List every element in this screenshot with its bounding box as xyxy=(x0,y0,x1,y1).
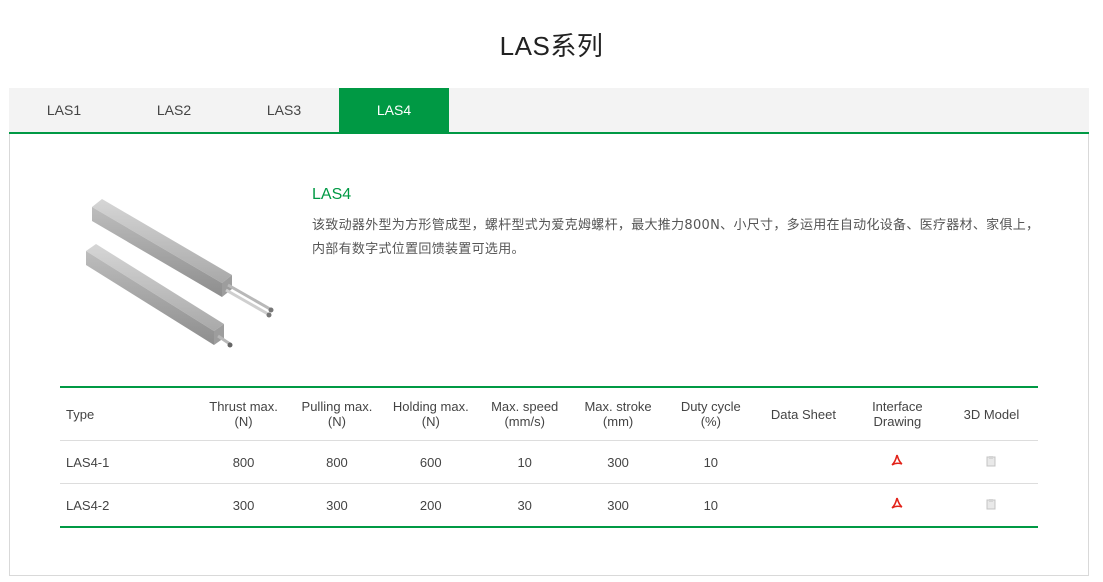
product-panel: LAS4 该致动器外型为方形管成型，螺杆型式为爱克姆螺杆，最大推力800N、小尺… xyxy=(9,134,1089,576)
cell-3d-model xyxy=(944,440,1038,484)
cell-3d-model xyxy=(945,484,1038,528)
table-row: LAS4-1 800 800 600 10 300 10 xyxy=(60,440,1038,484)
cell-datasheet xyxy=(757,484,850,528)
cell-pulling: 300 xyxy=(326,497,348,513)
col-speed: Max. speed (mm/s) xyxy=(477,387,572,441)
cell-interface xyxy=(849,440,945,484)
cell-speed: 10 xyxy=(477,440,572,484)
cell-duty: 10 xyxy=(664,440,757,484)
pdf-icon[interactable] xyxy=(890,497,904,511)
spec-table: Type Thrust max. (N) Pulling max. (N) Hold… xyxy=(60,386,1038,528)
cell-stroke: 300 xyxy=(571,440,665,484)
product-image xyxy=(86,199,274,348)
page-title: LAS系列 xyxy=(499,31,604,61)
table-row: LAS4-2 300 300 200 30 300 10 xyxy=(60,484,1038,528)
product-name: LAS4 xyxy=(312,186,352,203)
series-tab-bar: LAS1 LAS2 LAS3 LAS4 xyxy=(9,88,1089,134)
col-pulling: Pulling max. (N) xyxy=(290,387,384,441)
cell-stroke: 300 xyxy=(607,497,629,513)
col-holding: Holding max. (N) xyxy=(383,387,478,441)
3d-model-icon[interactable] xyxy=(985,455,997,467)
col-thrust: Thrust max. (N) xyxy=(196,387,291,441)
tab-las3[interactable]: LAS3 xyxy=(229,88,339,132)
cell-duty: 10 xyxy=(703,497,719,513)
cell-holding: 600 xyxy=(383,440,478,484)
tab-las1[interactable]: LAS1 xyxy=(9,88,119,132)
cell-thrust: 800 xyxy=(196,440,291,484)
cell-thrust: 300 xyxy=(232,497,255,513)
product-description: 该致动器外型为方形管成型，螺杆型式为爱克姆螺杆，最大推力800N、小尺寸，多运用… xyxy=(312,218,1040,257)
cell-type: LAS4-2 xyxy=(66,497,110,513)
col-duty: Duty cycle (%) xyxy=(664,387,757,441)
cell-interface xyxy=(850,484,945,528)
col-interface: Interface Drawing xyxy=(849,387,945,441)
col-stroke: Max. stroke (mm) xyxy=(571,387,665,441)
3d-model-icon[interactable] xyxy=(985,498,997,510)
cell-speed: 30 xyxy=(517,497,532,513)
pdf-icon[interactable] xyxy=(890,454,904,468)
cell-pulling: 800 xyxy=(290,440,384,484)
cell-holding: 200 xyxy=(419,497,442,513)
col-3d-model: 3D Model xyxy=(944,387,1038,441)
tab-las4[interactable]: LAS4 xyxy=(339,88,449,132)
col-datasheet: Data Sheet xyxy=(756,387,850,441)
cell-datasheet xyxy=(756,440,850,484)
table-header-row: Type Thrust max. (N) Pulling max. (N) Hold… xyxy=(60,387,1038,441)
cell-type: LAS4-1 xyxy=(60,440,197,484)
col-type: Type xyxy=(60,387,197,441)
tab-las2[interactable]: LAS2 xyxy=(119,88,229,132)
